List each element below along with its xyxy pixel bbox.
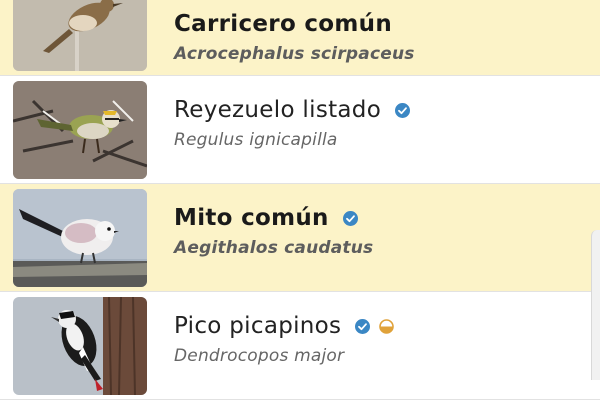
species-text: Reyezuelo listado Regulus ignicapilla — [174, 94, 411, 150]
common-name: Pico picapinos — [174, 313, 342, 339]
bird-photo-reyezuelo — [13, 81, 147, 179]
half-circle-status-icon — [379, 318, 395, 334]
verified-check-icon — [355, 318, 371, 334]
species-text: Mito común Aegithalos caudatus — [174, 202, 373, 258]
scrollbar[interactable] — [591, 230, 600, 380]
verified-check-icon — [342, 210, 358, 226]
species-row-mito-comun[interactable]: Mito común Aegithalos caudatus — [0, 184, 600, 292]
common-name: Carricero común — [174, 11, 393, 37]
scientific-name: Aegithalos caudatus — [174, 238, 374, 258]
species-list: Carricero común Acrocephalus scirpaceus — [0, 0, 600, 400]
species-row-reyezuelo-listado[interactable]: Reyezuelo listado Regulus ignicapilla — [0, 76, 600, 184]
common-name: Reyezuelo listado — [174, 97, 382, 123]
scientific-name: Regulus ignicapilla — [174, 130, 338, 150]
scientific-name: Dendrocopos major — [174, 346, 345, 366]
verified-check-icon — [395, 102, 411, 118]
species-row-carricero-comun[interactable]: Carricero común Acrocephalus scirpaceus — [0, 0, 600, 76]
scientific-name: Acrocephalus scirpaceus — [174, 44, 415, 64]
bird-photo-carricero — [13, 0, 147, 71]
species-row-pico-picapinos[interactable]: Pico picapinos Dendrocopos major — [0, 292, 600, 400]
species-text: Pico picapinos Dendrocopos major — [174, 310, 395, 366]
species-text: Carricero común Acrocephalus scirpaceus — [174, 8, 415, 64]
bird-photo-pico — [13, 297, 147, 395]
common-name: Mito común — [174, 205, 329, 231]
bird-photo-mito — [13, 189, 147, 287]
